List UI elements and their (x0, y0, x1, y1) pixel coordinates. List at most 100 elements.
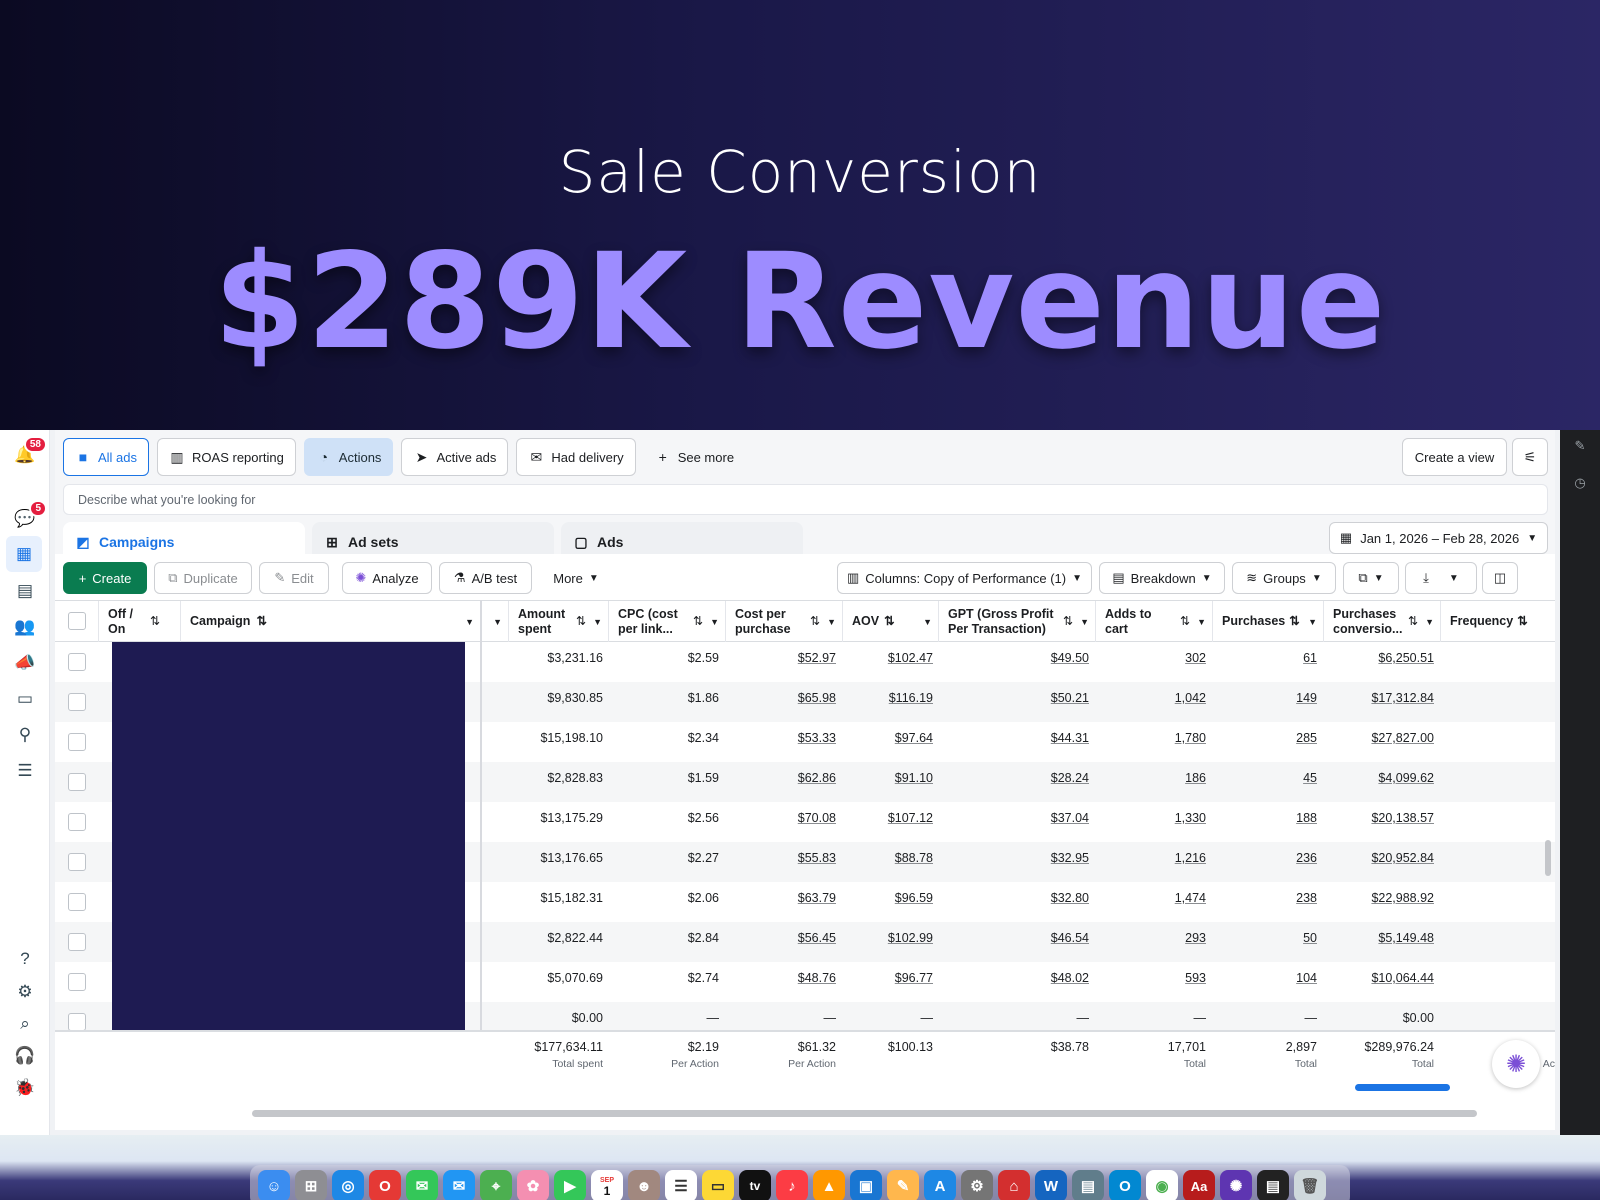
view-settings-icon[interactable]: ⚟ (1512, 438, 1548, 476)
chevron-down-icon[interactable]: ▼ (827, 615, 836, 630)
ads-table-icon[interactable]: ▦ (6, 536, 42, 572)
cell-purchases[interactable]: 61 (1213, 642, 1317, 682)
col-purchases-conversion[interactable]: Purchases conversio... ⇅ ▼ (1324, 601, 1441, 642)
contacts-icon[interactable]: ☻ (628, 1170, 660, 1200)
messages-icon[interactable]: 💬 5 (12, 500, 47, 532)
cell-purchases[interactable]: 50 (1213, 922, 1317, 962)
campaign-settings-icon[interactable]: 📣 (12, 650, 38, 676)
cell-purchases[interactable]: 149 (1213, 682, 1317, 722)
outlook-icon[interactable]: O (1109, 1170, 1141, 1200)
sort-icon[interactable]: ⇅ (1289, 614, 1299, 629)
cell-purchases-conversion[interactable]: $10,064.44 (1324, 962, 1434, 1002)
system-settings-icon[interactable]: ⚙ (961, 1170, 993, 1200)
cell-purchases-conversion[interactable]: $20,952.84 (1324, 842, 1434, 882)
cell-cost-per-purchase[interactable]: $62.86 (726, 762, 836, 802)
bug-report-icon[interactable]: 🐞 (12, 1075, 38, 1101)
cell-gpt[interactable]: $37.04 (939, 802, 1089, 842)
cell-purchases[interactable]: 188 (1213, 802, 1317, 842)
pages-icon[interactable]: ✎ (887, 1170, 919, 1200)
sort-icon[interactable]: ⇅ (884, 614, 894, 629)
reports-dropdown[interactable]: ⧉ ▼ (1343, 562, 1399, 594)
col-campaign[interactable]: Campaign ⇅ ▼ (181, 601, 481, 642)
col-purchases[interactable]: Purchases ⇅ ▼ (1213, 601, 1324, 642)
row-checkbox[interactable] (68, 1013, 86, 1031)
launchpad-icon[interactable]: ⊞ (295, 1170, 327, 1200)
sort-icon[interactable]: ⇅ (1063, 614, 1073, 629)
col-cost-per-purchase[interactable]: Cost per purchase ⇅ ▼ (726, 601, 843, 642)
col-aov[interactable]: AOV ⇅ ▼ (843, 601, 939, 642)
help-icon[interactable]: ? (12, 946, 38, 972)
cell-aov[interactable]: $96.77 (843, 962, 933, 1002)
search-input[interactable]: Describe what you're looking for (63, 484, 1548, 515)
reports-icon[interactable]: ▤ (12, 578, 38, 604)
horizontal-scrollbar[interactable] (252, 1110, 1477, 1117)
settings-gear-icon[interactable]: ⚙ (12, 979, 38, 1005)
pencil-icon[interactable]: ✎ (1572, 438, 1588, 454)
date-range-picker[interactable]: ▦ Jan 1, 2026 – Feb 28, 2026 ▼ (1329, 522, 1548, 554)
cell-purchases-conversion[interactable]: $27,827.00 (1324, 722, 1434, 762)
view-tab-actions[interactable]: ◔ Actions (303, 438, 394, 476)
col-menu[interactable]: ▼ (481, 601, 509, 642)
cell-cost-per-purchase[interactable]: $70.08 (726, 802, 836, 842)
support-headset-icon[interactable]: 🎧 (12, 1043, 38, 1069)
preview-icon[interactable]: ▤ (1072, 1170, 1104, 1200)
cell-gpt[interactable]: $49.50 (939, 642, 1089, 682)
chevron-down-icon[interactable]: ▼ (923, 615, 932, 630)
sort-icon[interactable]: ⇅ (810, 614, 820, 629)
cell-purchases[interactable]: 236 (1213, 842, 1317, 882)
ab-test-button[interactable]: ⚗ A/B test (439, 562, 532, 594)
cell-aov[interactable]: $116.19 (843, 682, 933, 722)
cell-aov[interactable]: $107.12 (843, 802, 933, 842)
sort-icon[interactable]: ⇅ (256, 614, 266, 629)
chevron-down-icon[interactable]: ▼ (1308, 615, 1317, 630)
perplexity-icon[interactable]: ✺ (1220, 1170, 1252, 1200)
col-amount-spent[interactable]: Amount spent ⇅ ▼ (509, 601, 609, 642)
apple-tv-icon[interactable]: tv (739, 1170, 771, 1200)
create-view-button[interactable]: Create a view (1402, 438, 1507, 476)
audiences-icon[interactable]: 👥 (12, 614, 38, 640)
sort-icon[interactable]: ⇅ (1408, 614, 1418, 629)
events-manager-icon[interactable]: ⚲ (12, 722, 38, 748)
cell-gpt[interactable]: $50.21 (939, 682, 1089, 722)
cell-cost-per-purchase[interactable]: $55.83 (726, 842, 836, 882)
sort-icon[interactable]: ⇅ (1517, 614, 1527, 629)
photos-icon[interactable]: ✿ (517, 1170, 549, 1200)
col-frequency[interactable]: Frequency ⇅ (1441, 601, 1555, 642)
cell-gpt[interactable]: $32.80 (939, 882, 1089, 922)
row-checkbox[interactable] (68, 853, 86, 871)
cell-aov[interactable]: $91.10 (843, 762, 933, 802)
history-clock-icon[interactable]: ◷ (1572, 475, 1588, 491)
acrobat-icon[interactable]: ⌂ (998, 1170, 1030, 1200)
cell-adds-to-cart[interactable]: 1,330 (1096, 802, 1206, 842)
groups-dropdown[interactable]: ≋ Groups ▼ (1232, 562, 1336, 594)
cell-aov[interactable]: $96.59 (843, 882, 933, 922)
app-store-icon[interactable]: A (924, 1170, 956, 1200)
cell-gpt[interactable]: $32.95 (939, 842, 1089, 882)
cell-aov[interactable]: $97.64 (843, 722, 933, 762)
cell-adds-to-cart[interactable]: 293 (1096, 922, 1206, 962)
keynote-icon[interactable]: ▣ (850, 1170, 882, 1200)
cell-adds-to-cart[interactable]: 1,474 (1096, 882, 1206, 922)
cell-purchases-conversion[interactable]: $4,099.62 (1324, 762, 1434, 802)
cell-aov[interactable]: $102.99 (843, 922, 933, 962)
cell-adds-to-cart[interactable]: 1,216 (1096, 842, 1206, 882)
opera-icon[interactable]: O (369, 1170, 401, 1200)
cell-cost-per-purchase[interactable]: $63.79 (726, 882, 836, 922)
cell-cost-per-purchase[interactable]: $48.76 (726, 962, 836, 1002)
view-tab-had-delivery[interactable]: ✉ Had delivery (516, 438, 636, 476)
cell-purchases-conversion[interactable]: $17,312.84 (1324, 682, 1434, 722)
cell-adds-to-cart[interactable]: 1,780 (1096, 722, 1206, 762)
sort-icon[interactable]: ⇅ (150, 614, 160, 629)
reminders-icon[interactable]: ☰ (665, 1170, 697, 1200)
cell-purchases-conversion[interactable]: $5,149.48 (1324, 922, 1434, 962)
col-adds-to-cart[interactable]: Adds to cart ⇅ ▼ (1096, 601, 1213, 642)
chevron-down-icon[interactable]: ▼ (1197, 615, 1206, 630)
all-tools-menu-icon[interactable]: ☰ (12, 758, 38, 784)
view-tab-roas-reporting[interactable]: ▥ ROAS reporting (157, 438, 296, 476)
notes-icon[interactable]: ▭ (702, 1170, 734, 1200)
col-cpc[interactable]: CPC (cost per link... ⇅ ▼ (609, 601, 726, 642)
more-dropdown[interactable]: More ▼ (541, 562, 611, 594)
row-checkbox[interactable] (68, 733, 86, 751)
vertical-scrollbar[interactable] (1545, 840, 1551, 876)
cell-adds-to-cart[interactable]: 302 (1096, 642, 1206, 682)
